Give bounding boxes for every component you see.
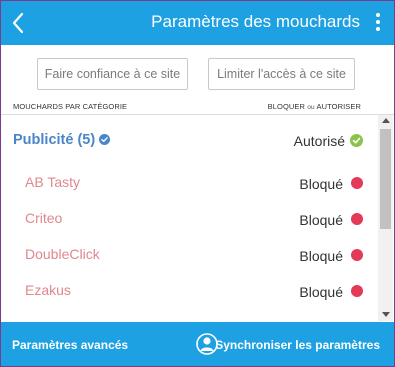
kebab-dot bbox=[376, 20, 380, 24]
scroll-up-arrow-icon[interactable] bbox=[382, 118, 390, 123]
kebab-menu-icon[interactable] bbox=[374, 13, 382, 33]
allowed-check-icon[interactable] bbox=[350, 134, 363, 147]
column-header-block-allow: BLOQUER ou AUTORISER bbox=[268, 102, 361, 111]
limit-site-button[interactable]: Limiter l'accès à ce site bbox=[208, 58, 355, 90]
category-label: Publicité (5) bbox=[13, 132, 96, 148]
scroll-down-arrow-icon[interactable] bbox=[382, 312, 390, 317]
blocked-dot-icon[interactable] bbox=[351, 177, 363, 189]
tracker-name[interactable]: DoubleClick bbox=[25, 246, 100, 262]
category-row-publicite[interactable]: Publicité (5) Autorisé bbox=[1, 127, 379, 157]
or-label: ou bbox=[307, 104, 315, 111]
tracker-status: Bloqué bbox=[299, 212, 343, 228]
tracker-settings-panel: Paramètres des mouchards Faire confiance… bbox=[0, 0, 395, 367]
tracker-row[interactable]: AB Tasty Bloqué bbox=[1, 168, 379, 198]
advanced-settings-link[interactable]: Paramètres avancés bbox=[12, 338, 128, 352]
footer-bar: Paramètres avancés Synchroniser les para… bbox=[1, 322, 394, 366]
page-title: Paramètres des mouchards bbox=[151, 12, 360, 31]
blocked-dot-icon[interactable] bbox=[351, 249, 363, 261]
block-label: BLOQUER bbox=[267, 102, 306, 111]
chevron-left-icon[interactable] bbox=[9, 10, 29, 36]
tracker-row[interactable]: Ezakus Bloqué bbox=[1, 276, 379, 306]
blocked-dot-icon[interactable] bbox=[351, 285, 363, 297]
scrollbar-thumb[interactable] bbox=[380, 129, 391, 229]
tracker-row[interactable]: Criteo Bloqué bbox=[1, 204, 379, 234]
column-header-categories: MOUCHARDS PAR CATÉGORIE bbox=[13, 102, 128, 111]
sync-settings-link[interactable]: Synchroniser les paramètres bbox=[215, 338, 380, 352]
allow-label: AUTORISER bbox=[316, 102, 361, 111]
tracker-status: Bloqué bbox=[299, 248, 343, 264]
tracker-status: Bloqué bbox=[299, 284, 343, 300]
tracker-name[interactable]: Criteo bbox=[25, 210, 62, 226]
trust-site-button[interactable]: Faire confiance à ce site bbox=[37, 58, 188, 90]
category-status: Autorisé bbox=[293, 133, 345, 149]
kebab-dot bbox=[376, 27, 380, 31]
tracker-status: Bloqué bbox=[299, 176, 343, 192]
blocked-dot-icon[interactable] bbox=[351, 213, 363, 225]
tracker-name[interactable]: Ezakus bbox=[25, 282, 71, 298]
tracker-name[interactable]: AB Tasty bbox=[25, 174, 80, 190]
check-circle-icon[interactable] bbox=[99, 133, 111, 145]
category-name: Publicité (5) bbox=[13, 132, 111, 148]
scrollbar[interactable] bbox=[378, 115, 393, 321]
tracker-row[interactable]: DoubleClick Bloqué bbox=[1, 240, 379, 270]
kebab-dot bbox=[376, 13, 380, 17]
header-bar: Paramètres des mouchards bbox=[1, 1, 394, 45]
divider bbox=[1, 114, 394, 115]
